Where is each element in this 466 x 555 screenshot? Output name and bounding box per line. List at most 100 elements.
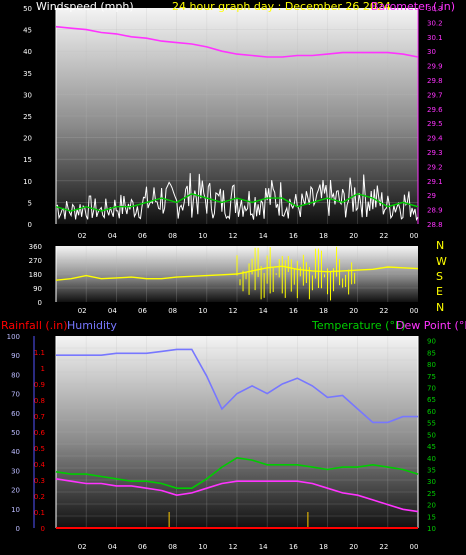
temperature-tick-label: 45 <box>427 443 436 451</box>
barometer-tick-label: 29.9 <box>427 63 443 71</box>
rainfall-tick-label: 0.5 <box>34 445 45 453</box>
rainfall-tick-label: 0 <box>41 525 45 533</box>
compass-s: S <box>436 270 443 283</box>
temperature-tick-label: 25 <box>427 490 436 498</box>
direction-panel-x-tick-label: 04 <box>108 307 117 315</box>
direction-panel-x-tick-label: 22 <box>379 307 388 315</box>
windspeed-tick-label: 50 <box>23 5 32 13</box>
direction-tick-label: 270 <box>29 257 42 265</box>
barometer-tick-label: 29.8 <box>427 77 443 85</box>
rainfall-tick-label: 0.8 <box>34 397 45 405</box>
barometer-tick-label: 29.3 <box>427 149 443 157</box>
wind-panel-x-tick-label: 20 <box>349 232 358 240</box>
temp-panel-x-tick-label: 06 <box>138 543 147 551</box>
temperature-tick-label: 80 <box>427 361 436 369</box>
humidity-tick-label: 10 <box>11 506 20 514</box>
barometer-tick-label: 29.7 <box>427 91 443 99</box>
temperature-tick-label: 35 <box>427 466 436 474</box>
windspeed-tick-label: 5 <box>28 199 32 207</box>
windspeed-tick-label: 30 <box>23 91 32 99</box>
humidity-tick-label: 90 <box>11 352 20 360</box>
temperature-tick-label: 20 <box>427 502 436 510</box>
direction-panel-x-tick-label: 00 <box>410 307 419 315</box>
temperature-tick-label: 60 <box>427 408 436 416</box>
direction-panel-x-tick-label: 20 <box>349 307 358 315</box>
wind-panel-x-tick-label: 12 <box>229 232 238 240</box>
windspeed-axis-title: Windspeed (mph) <box>36 0 134 13</box>
compass-n-bottom: N <box>436 301 445 314</box>
humidity-tick-label: 30 <box>11 467 20 475</box>
wind-panel-x-tick-label: 02 <box>78 232 87 240</box>
barometer-tick-label: 30 <box>427 48 436 56</box>
temp-panel-x-tick-label: 00 <box>410 543 419 551</box>
rainfall-tick-label: 1 <box>41 365 45 373</box>
compass-w: W <box>436 255 447 268</box>
wind-panel-x-tick-label: 14 <box>259 232 268 240</box>
windspeed-tick-label: 10 <box>23 178 32 186</box>
temp-panel-x-tick-label: 18 <box>319 543 328 551</box>
barometer-axis-title: Barometer (.in) <box>371 0 455 13</box>
barometer-tick-label: 29.1 <box>427 178 443 186</box>
direction-panel-x-tick-label: 14 <box>259 307 268 315</box>
direction-tick-label: 180 <box>29 271 42 279</box>
direction-tick-label: 90 <box>33 285 42 293</box>
barometer-tick-label: 29.6 <box>427 106 443 114</box>
weather-charts-svg: 0510152025303540455028.828.92929.129.229… <box>7 5 444 551</box>
rainfall-tick-label: 0.9 <box>34 381 45 389</box>
temperature-axis-title: Temperature (°F) <box>312 319 406 332</box>
direction-panel-x-tick-label: 06 <box>138 307 147 315</box>
temp-panel-x-tick-label: 20 <box>349 543 358 551</box>
direction-panel-x-tick-label: 18 <box>319 307 328 315</box>
chart-title: 24 hour graph day : December 26 2024 <box>172 0 391 13</box>
dewpoint-axis-title: Dew Point (°F) <box>396 319 466 332</box>
direction-panel-x-tick-label: 02 <box>78 307 87 315</box>
wind-panel-x-tick-label: 06 <box>138 232 147 240</box>
rainfall-tick-label: 1.1 <box>34 349 45 357</box>
rainfall-axis-title: Rainfall (.in) <box>1 319 68 332</box>
barometer-tick-label: 30.2 <box>427 19 443 27</box>
temperature-tick-label: 70 <box>427 385 436 393</box>
windspeed-tick-label: 15 <box>23 156 32 164</box>
temperature-tick-label: 75 <box>427 373 436 381</box>
temperature-tick-label: 50 <box>427 431 436 439</box>
direction-panel-x-tick-label: 12 <box>229 307 238 315</box>
temp-panel-x-tick-label: 04 <box>108 543 117 551</box>
rainfall-tick-label: 0.3 <box>34 477 45 485</box>
humidity-axis-title: Humidity <box>67 319 117 332</box>
windspeed-tick-label: 45 <box>23 27 32 35</box>
temp-panel-x-tick-label: 16 <box>289 543 298 551</box>
temp-panel-x-tick-label: 14 <box>259 543 268 551</box>
weather-graph-page: 0 5 10 15 20 25 30 35 40 45 50 28.8 28.9 29 29.1 29.2 29… <box>0 0 466 555</box>
wind-panel-x-tick-label: 10 <box>198 232 207 240</box>
humidity-tick-label: 50 <box>11 429 20 437</box>
windspeed-tick-label: 35 <box>23 70 32 78</box>
barometer-tick-label: 30.1 <box>427 34 443 42</box>
wind-panel-x-tick-label: 18 <box>319 232 328 240</box>
barometer-tick-label: 29.4 <box>427 135 443 143</box>
humidity-tick-label: 40 <box>11 448 20 456</box>
windspeed-tick-label: 40 <box>23 48 32 56</box>
rainfall-tick-label: 0.1 <box>34 509 45 517</box>
wind-panel-x-tick-label: 22 <box>379 232 388 240</box>
temp-panel-x-tick-label: 08 <box>168 543 177 551</box>
direction-panel-x-tick-label: 08 <box>168 307 177 315</box>
barometer-tick-label: 29.2 <box>427 163 443 171</box>
temp-panel-x-tick-label: 02 <box>78 543 87 551</box>
rainfall-tick-label: 0.6 <box>34 429 46 437</box>
barometer-tick-label: 28.9 <box>427 207 443 215</box>
humidity-tick-label: 20 <box>11 487 20 495</box>
temperature-tick-label: 30 <box>427 478 436 486</box>
wind-panel-x-tick-label: 00 <box>410 232 419 240</box>
compass-n-top: N <box>436 239 445 252</box>
temperature-tick-label: 10 <box>427 525 436 533</box>
humidity-tick-label: 60 <box>11 410 20 418</box>
wind-panel-x-tick-label: 16 <box>289 232 298 240</box>
wind-panel-x-tick-label: 08 <box>168 232 177 240</box>
rainfall-tick-label: 0.2 <box>34 493 45 501</box>
windspeed-tick-label: 0 <box>28 221 32 229</box>
direction-panel-x-tick-label: 16 <box>289 307 298 315</box>
barometer-tick-label: 28.8 <box>427 221 443 229</box>
temperature-tick-label: 90 <box>427 338 436 346</box>
barometer-tick-label: 29 <box>427 192 436 200</box>
direction-panel-x-tick-label: 10 <box>198 307 207 315</box>
